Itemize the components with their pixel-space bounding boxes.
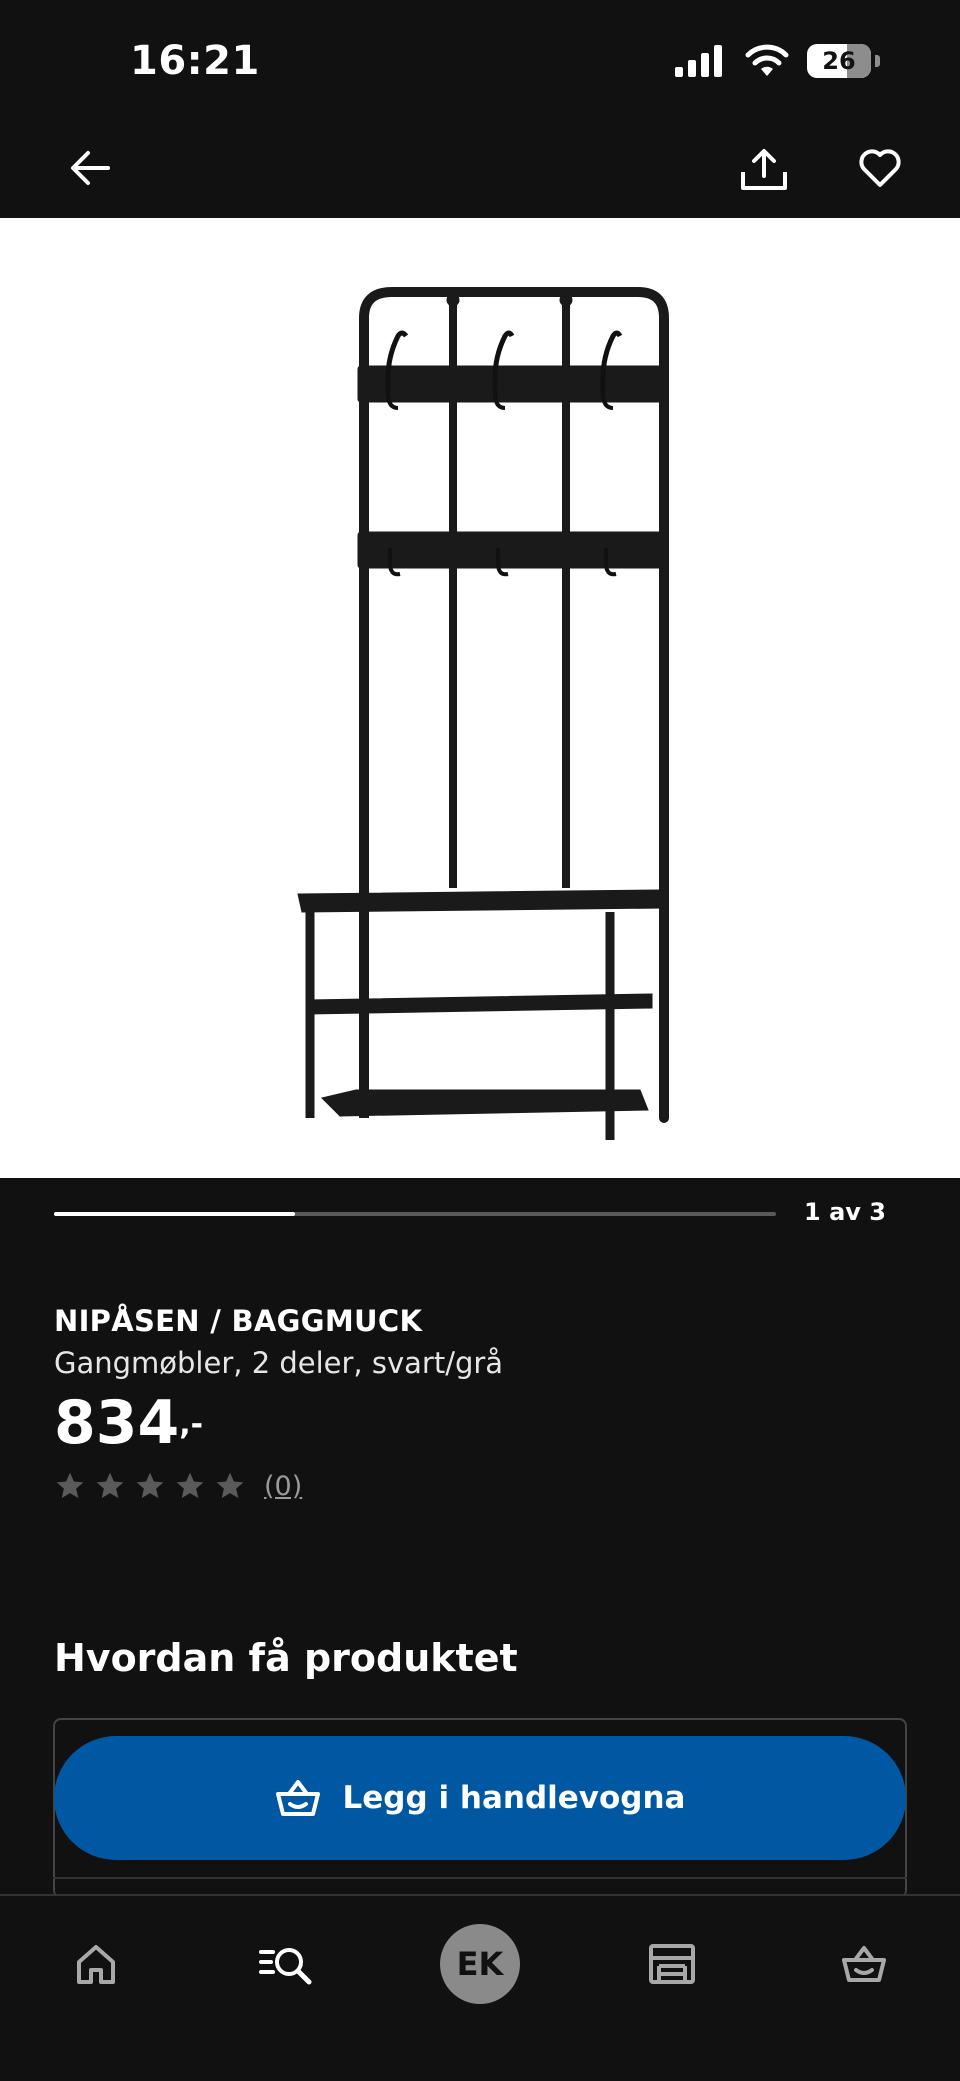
bottom-nav: EK [0, 1894, 960, 2081]
nav-search[interactable] [238, 1916, 334, 2012]
star-icon [56, 1472, 84, 1498]
product-image[interactable] [0, 218, 960, 1178]
pager-label: 1 av 3 [804, 1198, 886, 1226]
battery-icon: 26 [807, 44, 871, 78]
add-to-cart-label: Legg i handlevogna [342, 1780, 686, 1816]
product-name: NIPÅSEN / BAGGMUCK [54, 1304, 423, 1338]
status-icons: 26 [675, 44, 880, 78]
battery-level: 26 [822, 47, 856, 75]
pager-progress [54, 1212, 295, 1216]
coat-rack-image [297, 287, 669, 1140]
nav-cart[interactable] [816, 1916, 912, 2012]
heart-icon [859, 149, 901, 187]
pager-track [54, 1212, 776, 1216]
status-bar: 16:21 26 [0, 0, 960, 130]
back-arrow-icon [71, 151, 110, 185]
search-list-icon [259, 1948, 312, 1985]
signal-icon [675, 45, 722, 77]
star-icon [176, 1472, 204, 1498]
product-price: 834,- [54, 1388, 203, 1458]
share-button[interactable] [724, 130, 804, 210]
star-icon [216, 1472, 244, 1498]
wifi-icon [745, 44, 789, 76]
back-button[interactable] [50, 128, 130, 208]
store-icon [649, 1944, 695, 1984]
share-icon [741, 149, 787, 190]
price-value: 834 [54, 1388, 180, 1458]
gallery-pager: 1 av 3 [54, 1198, 906, 1228]
product-rating[interactable]: (0) [54, 1470, 302, 1502]
favourite-button[interactable] [840, 128, 920, 208]
nav-profile[interactable]: EK [432, 1916, 528, 2012]
top-bar [0, 130, 960, 218]
star-icon [96, 1472, 124, 1498]
divider [53, 1877, 907, 1879]
avatar: EK [440, 1924, 520, 2004]
status-time: 16:21 [130, 38, 260, 84]
section-title: Hvordan få produktet [54, 1636, 518, 1680]
nav-home[interactable] [48, 1916, 144, 2012]
nav-stores[interactable] [624, 1916, 720, 2012]
add-to-cart-button[interactable]: Legg i handlevogna [54, 1736, 906, 1860]
battery-tip [875, 55, 880, 67]
rating-count-link[interactable]: (0) [264, 1471, 302, 1502]
basket-icon [275, 1780, 320, 1816]
home-icon [77, 1945, 115, 1984]
price-suffix: ,- [179, 1407, 204, 1442]
star-icon [136, 1472, 164, 1498]
product-description: Gangmøbler, 2 deler, svart/grå [54, 1346, 504, 1380]
basket-icon [842, 1946, 886, 1982]
